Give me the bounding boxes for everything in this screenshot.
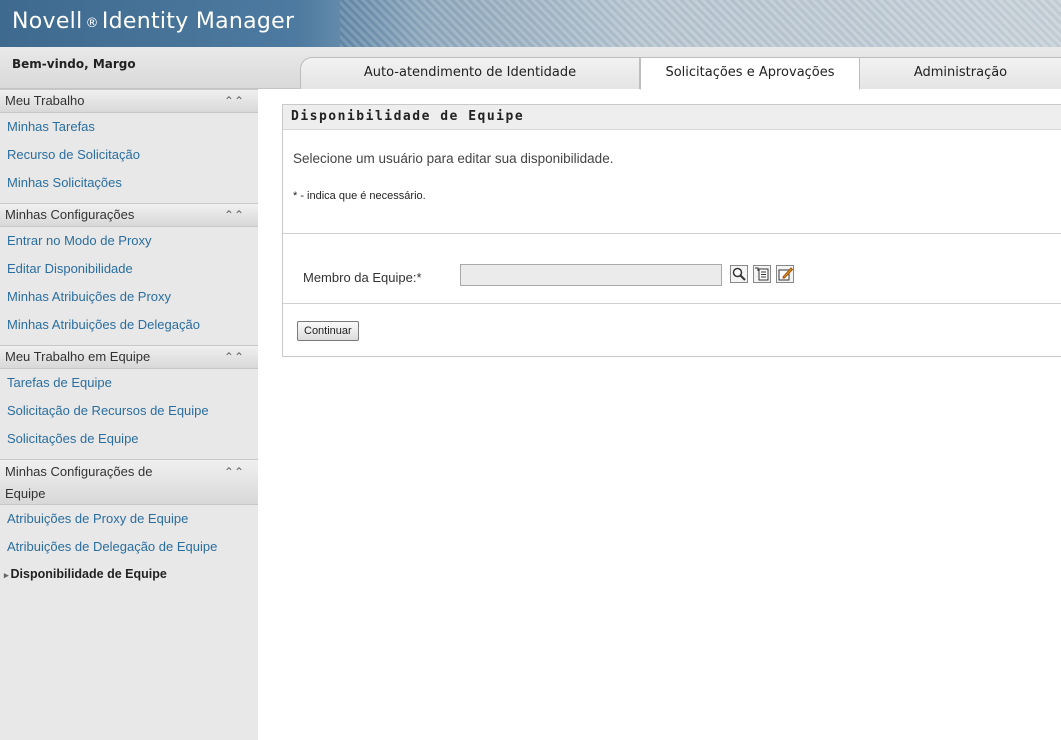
sidebar-group-title: Meu Trabalho — [5, 93, 85, 108]
search-icon[interactable] — [730, 265, 748, 283]
clear-icon[interactable] — [776, 265, 794, 283]
double-chevron-up-icon[interactable]: ⌃⌃ — [224, 346, 244, 368]
app-brand: Novell ® Identity Manager — [12, 9, 294, 34]
sidebar-group-title: Meu Trabalho em Equipe — [5, 349, 151, 364]
tab-administration[interactable]: Administração — [860, 57, 1061, 89]
sidebar-item-team-availability[interactable]: ▸ Disponibilidade de Equipe — [0, 561, 258, 590]
sidebar-item-my-tasks[interactable]: Minhas Tarefas — [0, 113, 258, 141]
history-icon[interactable] — [753, 265, 771, 283]
sidebar-group-my-work: Meu Trabalho ⌃⌃ — [0, 89, 258, 113]
sidebar-item-team-resource-request[interactable]: Solicitação de Recursos de Equipe — [0, 397, 230, 425]
sidebar-item-team-tasks[interactable]: Tarefas de Equipe — [0, 369, 258, 397]
app-banner: Novell ® Identity Manager — [0, 0, 1061, 47]
sidebar-item-enter-proxy-mode[interactable]: Entrar no Modo de Proxy — [0, 227, 258, 255]
team-availability-panel: Disponibilidade de Equipe Selecione um u… — [282, 104, 1061, 357]
sidebar-group-title: Minhas Configurações de Equipe — [5, 464, 153, 501]
panel-title: Disponibilidade de Equipe — [283, 105, 1061, 130]
brand-product: Identity Manager — [101, 9, 295, 34]
sidebar-item-my-delegate-assignments[interactable]: Minhas Atribuições de Delegação — [0, 311, 230, 345]
intro-text: Selecione um usuário para editar sua dis… — [293, 151, 614, 166]
welcome-message: Bem-vindo, Margo — [12, 57, 136, 71]
registered-mark: ® — [85, 16, 99, 31]
sidebar-item-my-proxy-assignments[interactable]: Minhas Atribuições de Proxy — [0, 283, 258, 311]
sidebar-item-team-delegate-assignments[interactable]: Atribuições de Delegação de Equipe — [0, 533, 235, 561]
sidebar-group-title: Minhas Configurações — [5, 207, 135, 222]
brand-name: Novell — [12, 9, 83, 34]
sidebar-item-edit-availability[interactable]: Editar Disponibilidade — [0, 255, 258, 283]
team-member-label: Membro da Equipe:* — [303, 270, 422, 285]
double-chevron-up-icon[interactable]: ⌃⌃ — [224, 461, 244, 483]
sidebar-group-team-settings: Minhas Configurações de Equipe ⌃⌃ — [0, 459, 258, 505]
sidebar-item-my-requests[interactable]: Minhas Solicitações — [0, 169, 258, 203]
tab-requests-approvals[interactable]: Solicitações e Aprovações — [640, 57, 860, 90]
sidebar-item-team-requests[interactable]: Solicitações de Equipe — [0, 425, 258, 459]
sidebar-group-team-work: Meu Trabalho em Equipe ⌃⌃ — [0, 345, 258, 369]
continue-button[interactable]: Continuar — [297, 321, 359, 341]
double-chevron-up-icon[interactable]: ⌃⌃ — [224, 204, 244, 226]
double-chevron-up-icon[interactable]: ⌃⌃ — [224, 90, 244, 112]
team-member-input[interactable] — [460, 264, 722, 286]
sidebar-group-my-settings: Minhas Configurações ⌃⌃ — [0, 203, 258, 227]
tab-bar: Bem-vindo, Margo Auto-atendimento de Ide… — [0, 47, 1061, 90]
current-marker-icon: ▸ — [4, 570, 9, 580]
divider — [283, 303, 1061, 304]
divider — [283, 233, 1061, 234]
sidebar-item-label: Disponibilidade de Equipe — [10, 567, 167, 581]
sidebar: Meu Trabalho ⌃⌃ Minhas Tarefas Recurso d… — [0, 89, 258, 740]
sidebar-item-team-proxy-assignments[interactable]: Atribuições de Proxy de Equipe — [0, 505, 258, 533]
required-note: * - indica que é necessário. — [293, 190, 426, 202]
tab-identity-self-service[interactable]: Auto-atendimento de Identidade — [300, 57, 640, 89]
sidebar-item-request-resource[interactable]: Recurso de Solicitação — [0, 141, 258, 169]
